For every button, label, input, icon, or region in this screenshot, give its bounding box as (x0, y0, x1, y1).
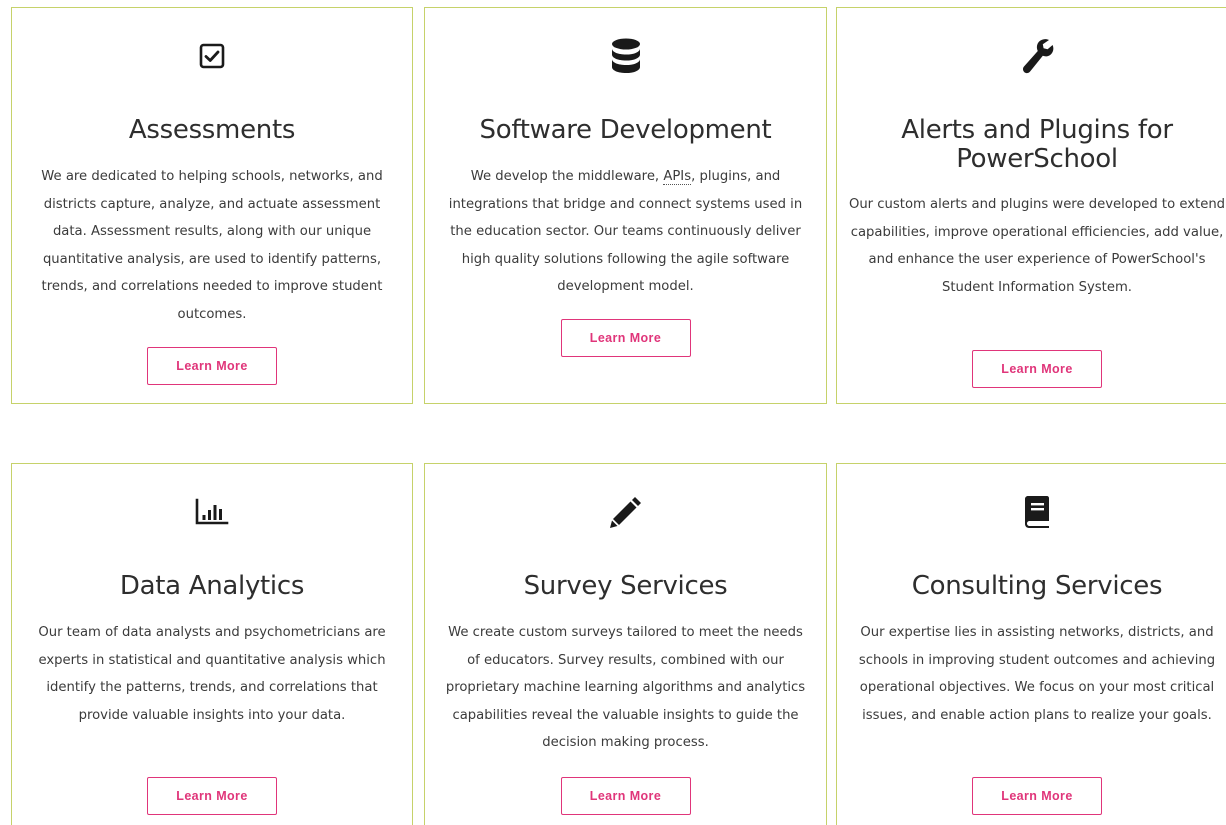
bar-chart-icon (12, 492, 412, 532)
card-description: We are dedicated to helping schools, net… (41, 169, 383, 322)
card-title: Assessments (128, 115, 296, 145)
apis-abbreviation: APIs (663, 169, 692, 185)
card-description: We create custom surveys tailored to mee… (445, 625, 806, 750)
service-card-survey-services: Survey Services We create custom surveys… (424, 463, 827, 825)
pencil-icon (425, 492, 826, 532)
card-description: Our team of data analysts and psychometr… (38, 625, 386, 723)
database-icon (425, 36, 826, 76)
service-card-assessments: Assessments We are dedicated to helping … (11, 7, 413, 404)
book-icon (837, 492, 1226, 532)
card-description: Our expertise lies in assisting networks… (858, 625, 1216, 723)
card-title: Data Analytics (119, 571, 305, 601)
card-title: Alerts and Plugins for PowerSchool (901, 115, 1173, 174)
wrench-icon (837, 36, 1226, 76)
learn-more-button[interactable]: Learn More (147, 777, 277, 815)
learn-more-button[interactable]: Learn More (147, 347, 277, 385)
checkbox-icon (12, 36, 412, 76)
service-card-alerts-plugins: Alerts and Plugins for PowerSchool Our c… (836, 7, 1226, 404)
learn-more-button[interactable]: Learn More (560, 319, 691, 357)
service-card-software-development: Software Development We develop the midd… (424, 7, 827, 404)
card-title: Survey Services (523, 571, 728, 601)
card-description: We develop the middleware, APIs, plugins… (448, 169, 803, 294)
learn-more-button[interactable]: Learn More (972, 350, 1102, 388)
learn-more-button[interactable]: Learn More (972, 777, 1102, 815)
service-card-data-analytics: Data Analytics Our team of data analysts… (11, 463, 413, 825)
learn-more-button[interactable]: Learn More (560, 777, 691, 815)
card-description: Our custom alerts and plugins were devel… (848, 197, 1226, 295)
service-card-consulting-services: Consulting Services Our expertise lies i… (836, 463, 1226, 825)
card-title: Software Development (479, 115, 772, 145)
card-title: Consulting Services (911, 571, 1163, 601)
